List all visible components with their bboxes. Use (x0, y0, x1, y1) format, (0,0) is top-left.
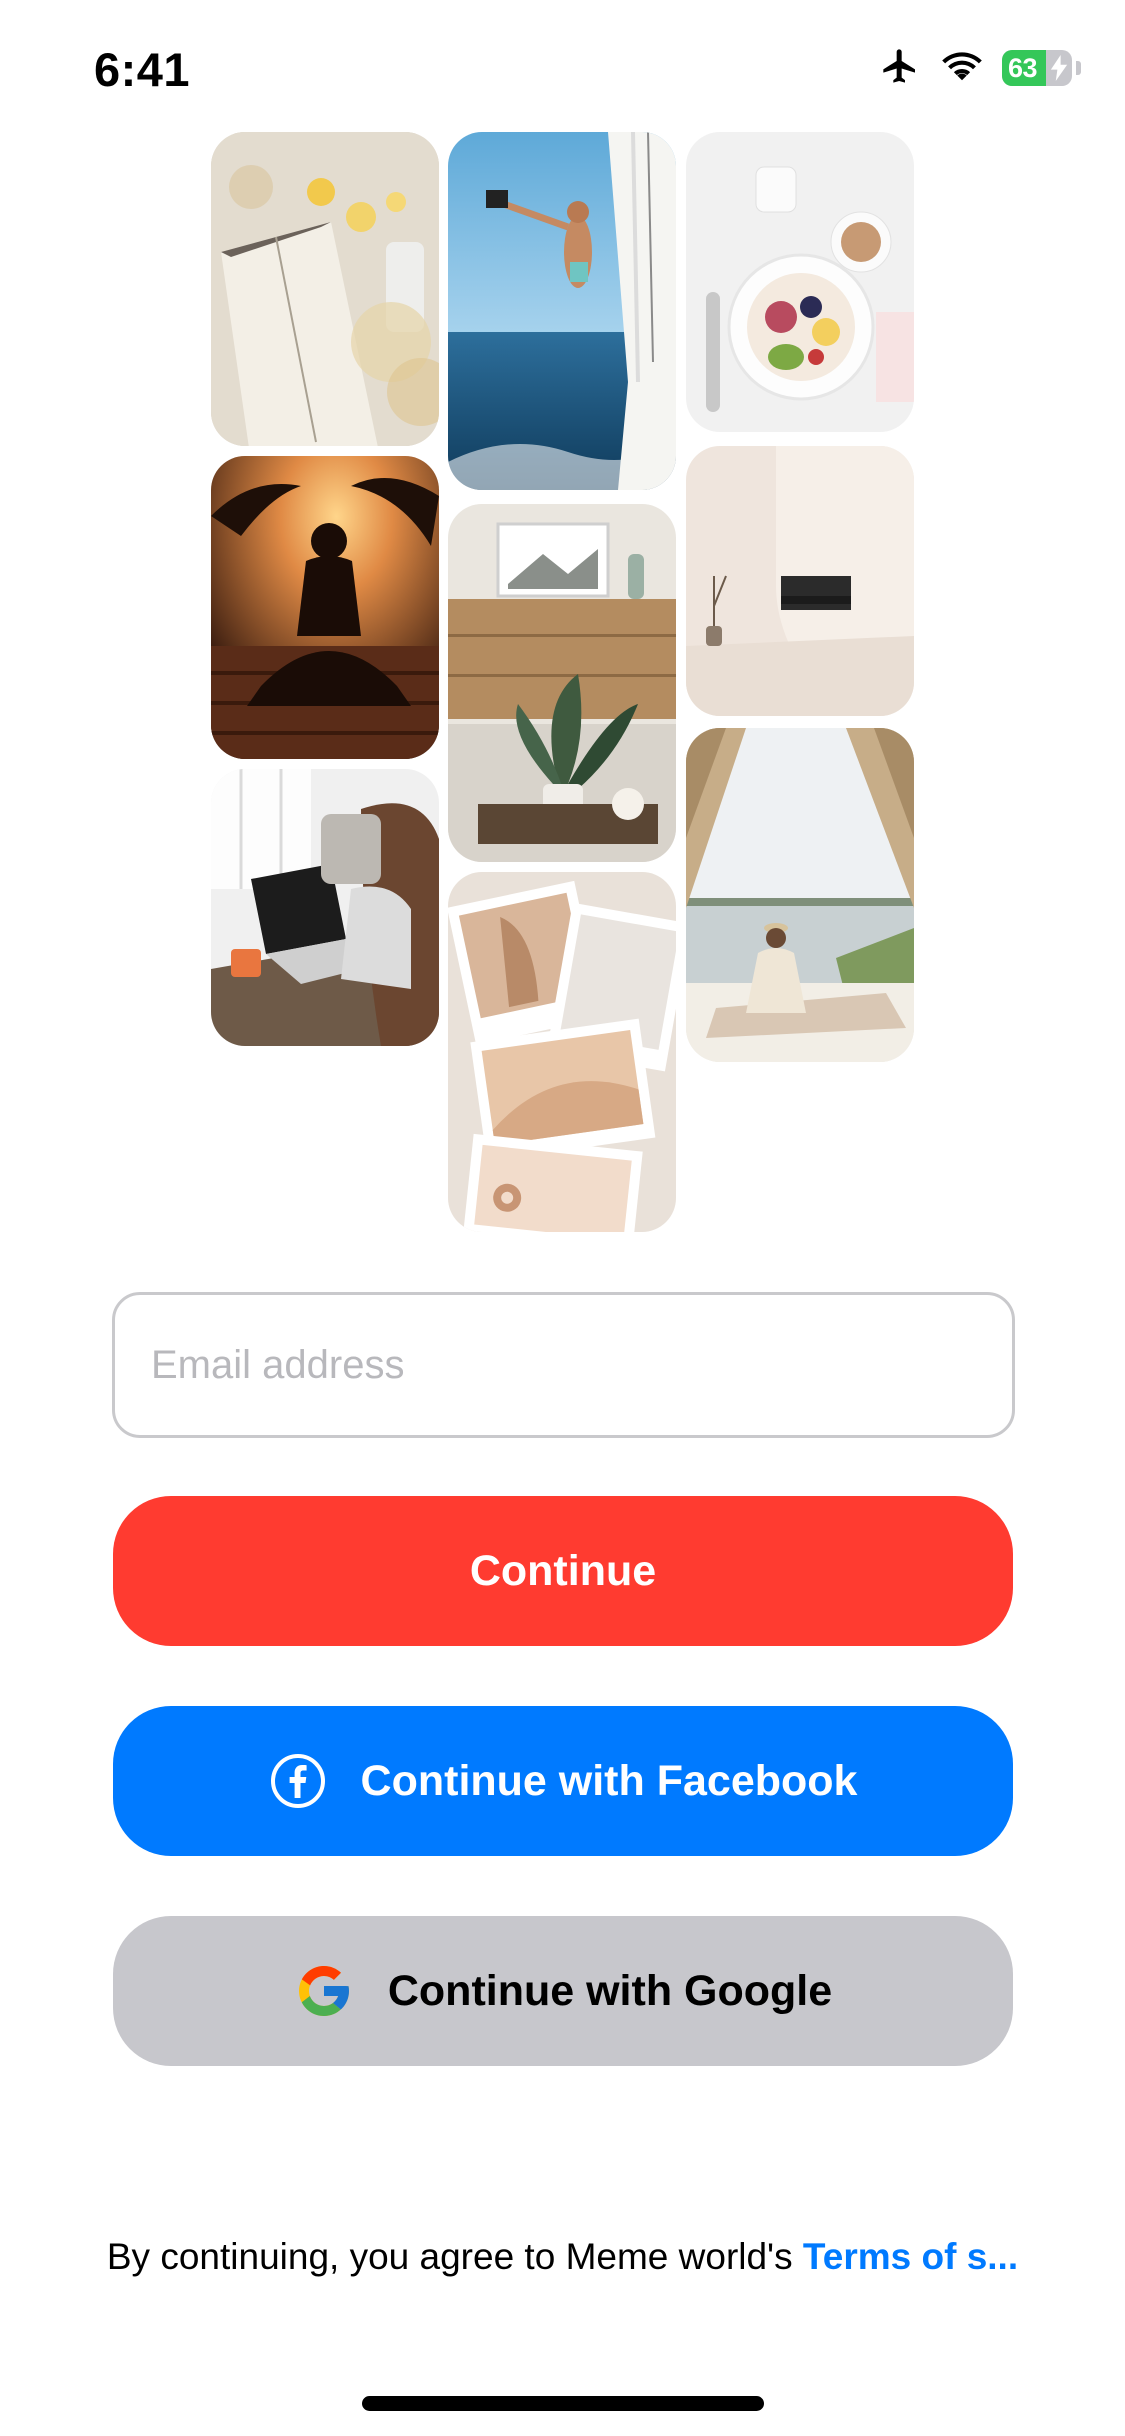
google-button-label: Continue with Google (387, 1966, 833, 2015)
status-time: 6:41 (94, 43, 191, 96)
facebook-button-label: Continue with Facebook (360, 1756, 858, 1805)
photo-polaroid-collage (448, 872, 676, 1232)
photo-book-flowers (211, 132, 439, 446)
terms-of-service-link[interactable]: Terms of s... (803, 2236, 1018, 2277)
battery-charging-icon: 63 (1002, 50, 1072, 86)
facebook-icon (269, 1752, 327, 1810)
home-indicator[interactable] (362, 2396, 764, 2411)
photo-woman-laptop (211, 769, 439, 1046)
battery-percent: 63 (1008, 52, 1038, 83)
terms-text: By continuing, you agree to Meme world's… (0, 2236, 1125, 2278)
airplane-icon (878, 46, 922, 91)
photo-breakfast-bowl (686, 132, 914, 432)
continue-button[interactable]: Continue (113, 1496, 1013, 1646)
google-icon (294, 1961, 354, 2021)
battery-cap (1076, 61, 1081, 75)
status-icons: 63 (878, 46, 1081, 90)
continue-with-facebook-button[interactable]: Continue with Facebook (113, 1706, 1013, 1856)
continue-button-label: Continue (469, 1546, 657, 1595)
wifi-icon (940, 49, 984, 88)
photo-meditation-sunset (211, 456, 439, 759)
email-field[interactable] (112, 1292, 1015, 1438)
continue-with-google-button[interactable]: Continue with Google (113, 1916, 1013, 2066)
terms-prefix: By continuing, you agree to Meme world's (106, 2236, 803, 2277)
status-bar: 6:41 63 (0, 0, 1125, 132)
photo-living-room-shelf (448, 504, 676, 862)
photo-sailboat-man (448, 132, 676, 490)
photo-minimal-room (686, 446, 914, 716)
photo-tent-lake (686, 728, 914, 1062)
